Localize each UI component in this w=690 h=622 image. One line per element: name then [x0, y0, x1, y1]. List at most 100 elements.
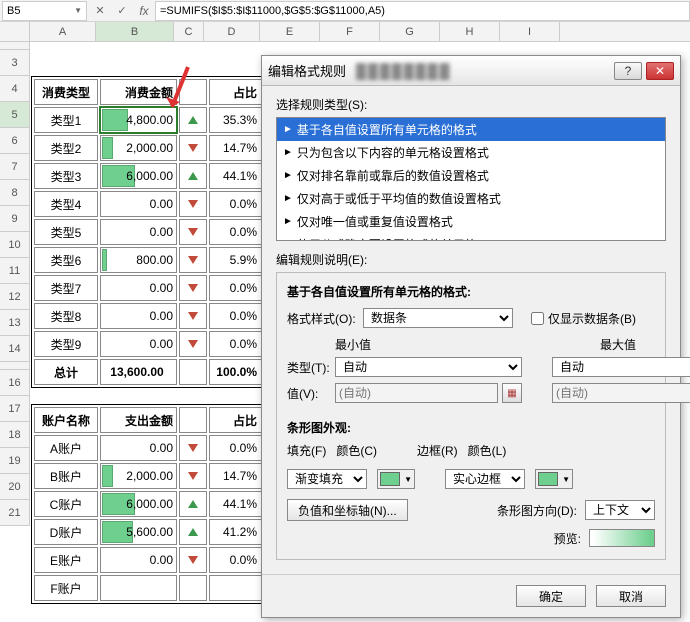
row-header[interactable]: 12 [0, 284, 30, 310]
border-select[interactable]: 实心边框 [445, 469, 525, 489]
cell[interactable] [179, 575, 207, 601]
cell[interactable] [179, 247, 207, 273]
rule-type-item[interactable]: ►仅对排名靠前或靠后的数值设置格式 [277, 164, 665, 187]
row-header[interactable]: 18 [0, 422, 30, 448]
cell[interactable]: 类型1 [34, 107, 98, 133]
cell[interactable] [179, 191, 207, 217]
cell[interactable]: 44.1% [209, 491, 262, 517]
header-cell[interactable]: 消费类型 [34, 79, 98, 105]
select-all-corner[interactable] [0, 22, 30, 41]
cell[interactable] [179, 547, 207, 573]
cell[interactable] [179, 519, 207, 545]
negative-axis-button[interactable]: 负值和坐标轴(N)... [287, 499, 408, 521]
name-box[interactable]: B5 ▼ [2, 1, 87, 21]
cell[interactable]: 14.7% [209, 135, 262, 161]
col-header-e[interactable]: E [260, 22, 320, 41]
cell[interactable]: 0.00 [100, 191, 177, 217]
cell[interactable] [179, 331, 207, 357]
header-cell[interactable]: 账户名称 [34, 407, 98, 433]
direction-select[interactable]: 上下文 [585, 500, 655, 520]
cell[interactable]: 0.00 [100, 331, 177, 357]
rule-type-item[interactable]: ►只为包含以下内容的单元格设置格式 [277, 141, 665, 164]
cell[interactable]: D账户 [34, 519, 98, 545]
row-header[interactable]: 8 [0, 180, 30, 206]
col-header-h[interactable]: H [440, 22, 500, 41]
header-cell[interactable]: 占比 [209, 407, 262, 433]
cell[interactable]: 100.0% [209, 359, 262, 385]
cell[interactable]: 800.00 [100, 247, 177, 273]
cell[interactable]: 0.0% [209, 275, 262, 301]
cell[interactable]: 5,600.00 [100, 519, 177, 545]
cell[interactable]: 0.0% [209, 547, 262, 573]
rule-type-item[interactable]: ►使用公式确定要设置格式的单元格 [277, 233, 665, 241]
fill-color-picker[interactable]: ▼ [377, 469, 415, 489]
header-cell[interactable] [179, 407, 207, 433]
cell[interactable]: 0.00 [100, 303, 177, 329]
fill-select[interactable]: 渐变填充 [287, 469, 367, 489]
cell[interactable]: 类型8 [34, 303, 98, 329]
cell[interactable]: 6,000.00 [100, 491, 177, 517]
min-type-select[interactable]: 自动 [335, 357, 522, 377]
cell[interactable] [179, 491, 207, 517]
max-type-select[interactable]: 自动 [552, 357, 690, 377]
row-header[interactable]: 6 [0, 128, 30, 154]
col-header-b[interactable]: B [96, 22, 174, 41]
col-header-f[interactable]: F [320, 22, 380, 41]
format-style-select[interactable]: 数据条 [363, 308, 513, 328]
cell[interactable] [179, 219, 207, 245]
col-header-c[interactable]: C [174, 22, 204, 41]
cancel-formula-icon[interactable]: ✕ [90, 1, 110, 21]
cell[interactable]: A账户 [34, 435, 98, 461]
cell[interactable]: E账户 [34, 547, 98, 573]
help-button[interactable]: ? [614, 62, 642, 80]
cell[interactable]: B账户 [34, 463, 98, 489]
cell[interactable]: 5.9% [209, 247, 262, 273]
cell[interactable]: 6,000.00 [100, 163, 177, 189]
close-button[interactable]: ✕ [646, 62, 674, 80]
rule-type-item[interactable]: ►仅对唯一值或重复值设置格式 [277, 210, 665, 233]
cell[interactable]: 2,000.00 [100, 463, 177, 489]
row-header[interactable]: 21 [0, 500, 30, 526]
cell[interactable]: 13,600.00 [100, 359, 177, 385]
cell[interactable]: 0.0% [209, 435, 262, 461]
col-header-i[interactable]: I [500, 22, 560, 41]
header-cell[interactable]: 占比 [209, 79, 262, 105]
cell[interactable]: F账户 [34, 575, 98, 601]
col-header-g[interactable]: G [380, 22, 440, 41]
cell[interactable]: 类型4 [34, 191, 98, 217]
show-bar-only-checkbox[interactable]: 仅显示数据条(B) [531, 310, 636, 327]
row-header[interactable]: 4 [0, 76, 30, 102]
fx-icon[interactable]: fx [134, 1, 154, 21]
max-value-input[interactable] [552, 383, 690, 403]
cancel-button[interactable]: 取消 [596, 585, 666, 607]
row-header[interactable]: 16 [0, 370, 30, 396]
row-header[interactable]: 14 [0, 336, 30, 362]
rule-type-item[interactable]: ►仅对高于或低于平均值的数值设置格式 [277, 187, 665, 210]
cell[interactable]: 类型7 [34, 275, 98, 301]
cell[interactable]: 0.00 [100, 219, 177, 245]
cell[interactable]: C账户 [34, 491, 98, 517]
cell[interactable]: 0.00 [100, 435, 177, 461]
cell[interactable]: 0.0% [209, 191, 262, 217]
row-header[interactable]: 11 [0, 258, 30, 284]
row-header[interactable]: 19 [0, 448, 30, 474]
min-value-input[interactable] [335, 383, 498, 403]
cell[interactable]: 总计 [34, 359, 98, 385]
cell[interactable]: 2,000.00 [100, 135, 177, 161]
row-header[interactable]: 3 [0, 50, 30, 76]
cell[interactable]: 41.2% [209, 519, 262, 545]
cell[interactable]: 类型3 [34, 163, 98, 189]
cell[interactable] [209, 575, 262, 601]
cell[interactable]: 14.7% [209, 463, 262, 489]
col-header-d[interactable]: D [204, 22, 260, 41]
ok-button[interactable]: 确定 [516, 585, 586, 607]
cell[interactable]: 0.0% [209, 303, 262, 329]
row-header[interactable]: 20 [0, 474, 30, 500]
row-header[interactable]: 13 [0, 310, 30, 336]
cell[interactable]: 0.0% [209, 331, 262, 357]
cell[interactable] [179, 163, 207, 189]
cell[interactable] [179, 135, 207, 161]
border-color-picker[interactable]: ▼ [535, 469, 573, 489]
checkbox-input[interactable] [531, 312, 544, 325]
cell[interactable]: 类型2 [34, 135, 98, 161]
